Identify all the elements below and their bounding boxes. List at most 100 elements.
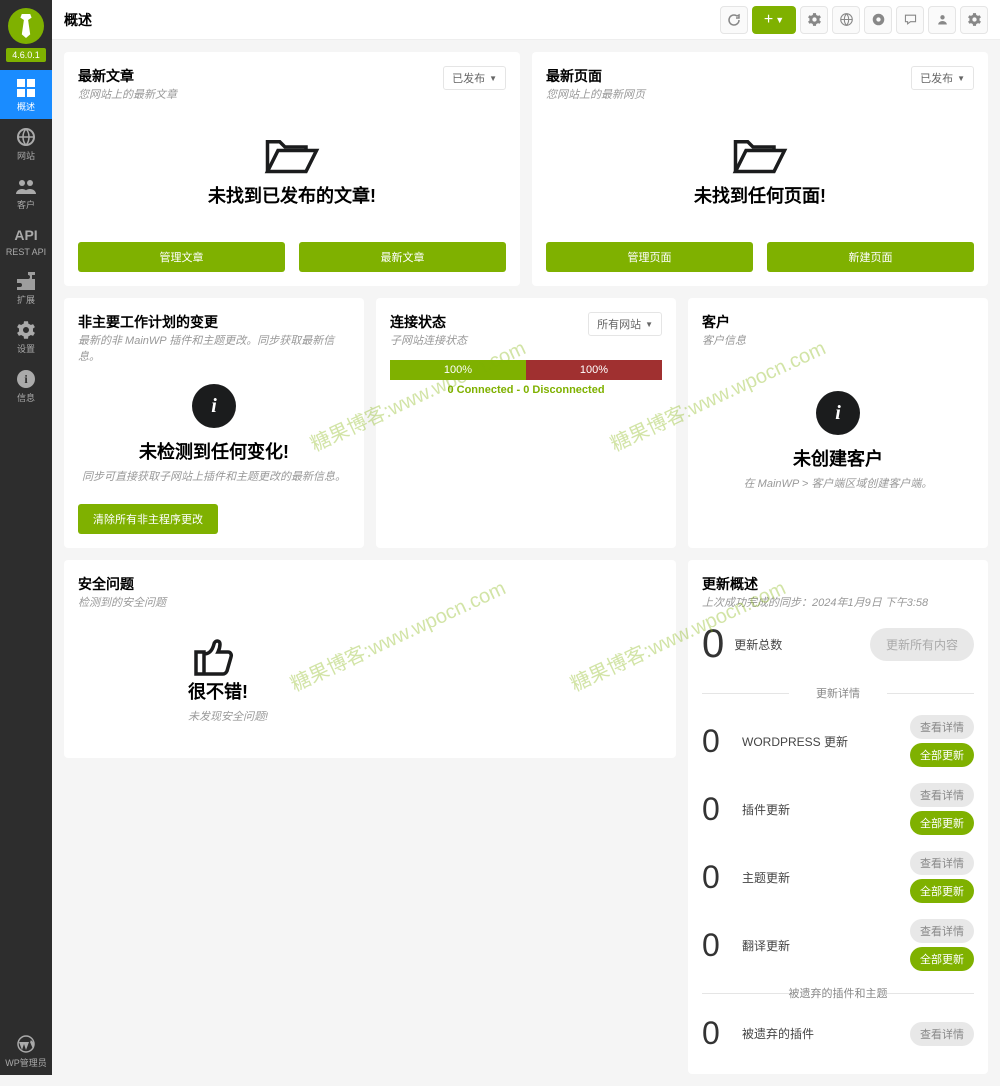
empty-message: 未检测到任何变化! bbox=[139, 438, 289, 464]
folder-icon bbox=[732, 126, 788, 182]
update-all-small-button[interactable]: 全部更新 bbox=[910, 947, 974, 971]
manage-posts-button[interactable]: 管理文章 bbox=[78, 242, 285, 272]
card-title: 更新概述 bbox=[702, 574, 974, 594]
api-icon: API bbox=[16, 225, 36, 245]
update-row: 0 翻译更新 查看详情 全部更新 bbox=[702, 911, 974, 979]
empty-message: 未找到已发布的文章! bbox=[208, 182, 376, 208]
view-details-button[interactable]: 查看详情 bbox=[910, 919, 974, 943]
chat-button[interactable] bbox=[896, 6, 924, 34]
update-label: WORDPRESS 更新 bbox=[742, 733, 848, 750]
thumbs-up-icon bbox=[188, 630, 236, 678]
sidebar-item-clients[interactable]: 客户 bbox=[0, 168, 52, 217]
update-row: 0 主题更新 查看详情 全部更新 bbox=[702, 843, 974, 911]
chevron-down-icon: ▼ bbox=[957, 74, 965, 83]
nonmain-card: 非主要工作计划的变更 最新的非 MainWP 插件和主题更改。同步获取最新信息。… bbox=[64, 298, 364, 548]
refresh-button[interactable] bbox=[720, 6, 748, 34]
clear-nonmain-button[interactable]: 清除所有非主程序更改 bbox=[78, 504, 218, 534]
connection-bar: 100% 100% bbox=[390, 360, 662, 380]
logo[interactable] bbox=[8, 8, 44, 44]
chevron-down-icon: ▼ bbox=[489, 74, 497, 83]
abandoned-row: 0 被遗弃的插件 查看详情 bbox=[702, 1007, 974, 1060]
connection-status: 0 Connected - 0 Disconnected bbox=[390, 384, 662, 396]
view-details-button[interactable]: 查看详情 bbox=[910, 851, 974, 875]
puzzle-icon bbox=[16, 271, 36, 291]
update-label: 翻译更新 bbox=[742, 937, 790, 954]
clients-card: 客户 客户信息 i 未创建客户 在 MainWP > 客户端区域创建客户端。 bbox=[688, 298, 988, 548]
update-count: 0 bbox=[702, 791, 732, 828]
card-subtitle: 您网站上的最新文章 bbox=[78, 86, 177, 102]
security-card: 安全问题 检测到的安全问题 很不错! 未发现安全问题! bbox=[64, 560, 676, 758]
tie-icon bbox=[19, 14, 33, 38]
abandoned-label: 被遗弃的插件 bbox=[742, 1025, 814, 1042]
main-grid: 最新文章 您网站上的最新文章 已发布▼ 未找到已发布的文章! 管理文章 最新文章… bbox=[52, 40, 1000, 1086]
update-all-button[interactable]: 更新所有内容 bbox=[870, 628, 974, 661]
empty-message: 未创建客户 bbox=[793, 445, 883, 471]
connected-pct: 100% bbox=[390, 360, 526, 380]
folder-icon bbox=[264, 126, 320, 182]
empty-message: 很不错! bbox=[188, 678, 248, 704]
sidebar-item-settings[interactable]: 设置 bbox=[0, 312, 52, 361]
sidebar-item-wpadmin[interactable]: WP管理员 bbox=[0, 1026, 52, 1075]
plus-icon: + bbox=[764, 11, 773, 29]
update-row: 0 WORDPRESS 更新 查看详情 全部更新 bbox=[702, 707, 974, 775]
card-subtitle: 您网站上的最新网页 bbox=[546, 86, 645, 102]
card-title: 安全问题 bbox=[78, 574, 662, 594]
info-icon: i bbox=[16, 369, 36, 389]
help-button[interactable] bbox=[864, 6, 892, 34]
card-subtitle: 最新的非 MainWP 插件和主题更改。同步获取最新信息。 bbox=[78, 332, 350, 364]
globe-button[interactable] bbox=[832, 6, 860, 34]
add-new-button[interactable]: +▼ bbox=[752, 6, 796, 34]
sidebar-item-info[interactable]: i 信息 bbox=[0, 361, 52, 410]
updates-card: 更新概述 上次成功完成的同步：2024年1月9日 下午3:58 0 更新总数 更… bbox=[688, 560, 988, 1074]
topbar: 概述 +▼ bbox=[52, 0, 1000, 40]
update-row: 0 插件更新 查看详情 全部更新 bbox=[702, 775, 974, 843]
sidebar-item-sites[interactable]: 网站 bbox=[0, 119, 52, 168]
user-button[interactable] bbox=[928, 6, 956, 34]
settings-button[interactable] bbox=[800, 6, 828, 34]
latest-posts-button[interactable]: 最新文章 bbox=[299, 242, 506, 272]
empty-sub: 未发现安全问题! bbox=[188, 708, 268, 724]
sidebar-item-extensions[interactable]: 扩展 bbox=[0, 263, 52, 312]
card-title: 非主要工作计划的变更 bbox=[78, 312, 350, 332]
chevron-down-icon: ▼ bbox=[775, 15, 784, 25]
update-count: 0 bbox=[702, 859, 732, 896]
view-details-button[interactable]: 查看详情 bbox=[910, 715, 974, 739]
pages-filter-dropdown[interactable]: 已发布▼ bbox=[911, 66, 974, 90]
card-title: 客户 bbox=[702, 312, 974, 332]
disconnected-pct: 100% bbox=[526, 360, 662, 380]
grid-icon bbox=[16, 78, 36, 98]
sync-time: 上次成功完成的同步：2024年1月9日 下午3:58 bbox=[702, 594, 974, 610]
info-circle-icon: i bbox=[816, 391, 860, 435]
update-count: 0 bbox=[702, 723, 732, 760]
update-all-small-button[interactable]: 全部更新 bbox=[910, 811, 974, 835]
update-total-count: 0 bbox=[702, 622, 724, 667]
conn-filter-dropdown[interactable]: 所有网站▼ bbox=[588, 312, 662, 336]
view-details-button[interactable]: 查看详情 bbox=[910, 783, 974, 807]
card-subtitle: 客户信息 bbox=[702, 332, 974, 348]
view-details-button[interactable]: 查看详情 bbox=[910, 1022, 974, 1046]
chevron-down-icon: ▼ bbox=[645, 320, 653, 329]
sidebar: 4.6.0.1 概述 网站 客户 API REST API 扩展 设置 i 信息… bbox=[0, 0, 52, 1075]
posts-filter-dropdown[interactable]: 已发布▼ bbox=[443, 66, 506, 90]
divider-abandoned: 被遗弃的插件和主题 bbox=[702, 985, 974, 1001]
empty-sub: 在 MainWP > 客户端区域创建客户端。 bbox=[744, 475, 933, 491]
pages-card: 最新页面 您网站上的最新网页 已发布▼ 未找到任何页面! 管理页面 新建页面 bbox=[532, 52, 988, 286]
update-label: 插件更新 bbox=[742, 801, 790, 818]
update-all-small-button[interactable]: 全部更新 bbox=[910, 743, 974, 767]
gear-button[interactable] bbox=[960, 6, 988, 34]
update-total-label: 更新总数 bbox=[734, 636, 782, 653]
abandoned-count: 0 bbox=[702, 1015, 732, 1052]
card-title: 最新文章 bbox=[78, 66, 177, 86]
wordpress-icon bbox=[16, 1034, 36, 1054]
sidebar-item-overview[interactable]: 概述 bbox=[0, 70, 52, 119]
empty-sub: 同步可直接获取子网站上插件和主题更改的最新信息。 bbox=[82, 468, 346, 484]
update-count: 0 bbox=[702, 927, 732, 964]
update-all-small-button[interactable]: 全部更新 bbox=[910, 879, 974, 903]
sidebar-item-api[interactable]: API REST API bbox=[0, 217, 52, 263]
card-title: 最新页面 bbox=[546, 66, 645, 86]
manage-pages-button[interactable]: 管理页面 bbox=[546, 242, 753, 272]
new-page-button[interactable]: 新建页面 bbox=[767, 242, 974, 272]
card-title: 连接状态 bbox=[390, 312, 467, 332]
connection-card: 连接状态 子网站连接状态 所有网站▼ 100% 100% 0 Connected… bbox=[376, 298, 676, 548]
update-label: 主题更新 bbox=[742, 869, 790, 886]
